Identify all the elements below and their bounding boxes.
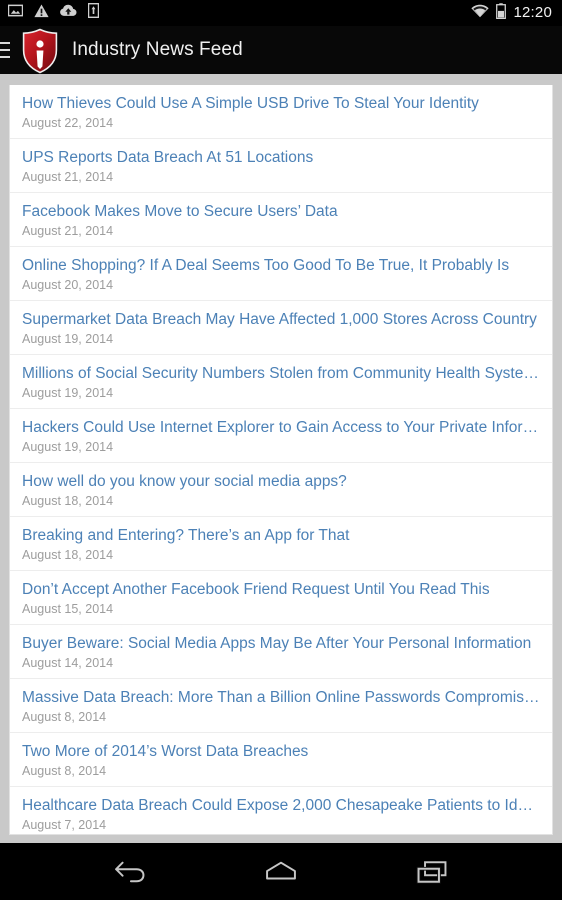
article-title: Facebook Makes Move to Secure Users’ Dat… xyxy=(22,203,338,220)
list-item[interactable]: Two More of 2014’s Worst Data Breaches A… xyxy=(10,733,552,787)
article-title: Massive Data Breach: More Than a Billion… xyxy=(22,689,540,706)
article-date: August 8, 2014 xyxy=(22,710,107,724)
article-date: August 20, 2014 xyxy=(22,278,114,292)
shield-logo-icon xyxy=(21,28,59,74)
article-date: August 8, 2014 xyxy=(22,764,107,778)
wifi-icon xyxy=(471,4,490,23)
list-item[interactable]: Facebook Makes Move to Secure Users’ Dat… xyxy=(10,193,552,247)
article-title: How well do you know your social media a… xyxy=(22,473,347,490)
article-date: August 14, 2014 xyxy=(22,656,114,670)
article-date: August 7, 2014 xyxy=(22,818,107,832)
list-item[interactable]: Buyer Beware: Social Media Apps May Be A… xyxy=(10,625,552,679)
list-item[interactable]: Healthcare Data Breach Could Expose 2,00… xyxy=(10,787,552,834)
article-title: Hackers Could Use Internet Explorer to G… xyxy=(22,419,540,436)
hamburger-line xyxy=(0,42,10,44)
battery-icon xyxy=(496,2,507,24)
article-title: How Thieves Could Use A Simple USB Drive… xyxy=(22,95,479,112)
list-item[interactable]: Hackers Could Use Internet Explorer to G… xyxy=(10,409,552,463)
back-arrow-icon[interactable] xyxy=(102,849,158,894)
article-title: Millions of Social Security Numbers Stol… xyxy=(22,365,540,382)
hamburger-menu-icon[interactable] xyxy=(0,26,12,74)
usb-storage-icon xyxy=(87,2,100,23)
list-item[interactable]: Massive Data Breach: More Than a Billion… xyxy=(10,679,552,733)
article-title: Don’t Accept Another Facebook Friend Req… xyxy=(22,581,490,598)
action-bar: Industry News Feed xyxy=(0,26,562,74)
article-date: August 18, 2014 xyxy=(22,494,114,508)
list-item[interactable]: How well do you know your social media a… xyxy=(10,463,552,517)
android-device-screen: 12:20 Industry News Feed How Thieves Cou… xyxy=(0,0,562,900)
list-item[interactable]: Millions of Social Security Numbers Stol… xyxy=(10,355,552,409)
hamburger-line xyxy=(0,49,10,51)
recent-apps-icon[interactable] xyxy=(404,849,460,894)
content-area: How Thieves Could Use A Simple USB Drive… xyxy=(0,74,562,843)
list-item[interactable]: UPS Reports Data Breach At 51 Locations … xyxy=(10,139,552,193)
article-date: August 15, 2014 xyxy=(22,602,114,616)
article-date: August 21, 2014 xyxy=(22,224,114,238)
news-feed-list[interactable]: How Thieves Could Use A Simple USB Drive… xyxy=(9,85,553,835)
list-item[interactable]: How Thieves Could Use A Simple USB Drive… xyxy=(10,85,552,139)
status-bar-clock: 12:20 xyxy=(513,4,552,21)
article-date: August 19, 2014 xyxy=(22,440,114,454)
article-title: Supermarket Data Breach May Have Affecte… xyxy=(22,311,537,328)
warning-triangle-icon xyxy=(34,4,49,23)
article-title: Buyer Beware: Social Media Apps May Be A… xyxy=(22,635,532,652)
cloud-upload-icon xyxy=(60,4,77,22)
hamburger-line xyxy=(0,56,10,58)
android-navigation-bar xyxy=(0,843,562,900)
screenshot-icon xyxy=(7,3,24,23)
home-icon[interactable] xyxy=(253,849,309,894)
status-bar: 12:20 xyxy=(0,0,562,26)
article-title: UPS Reports Data Breach At 51 Locations xyxy=(22,149,314,166)
article-date: August 22, 2014 xyxy=(22,116,114,130)
article-date: August 21, 2014 xyxy=(22,170,114,184)
article-title: Two More of 2014’s Worst Data Breaches xyxy=(22,743,309,760)
article-title: Healthcare Data Breach Could Expose 2,00… xyxy=(22,797,540,814)
article-title: Online Shopping? If A Deal Seems Too Goo… xyxy=(22,257,510,274)
list-item[interactable]: Don’t Accept Another Facebook Friend Req… xyxy=(10,571,552,625)
list-item[interactable]: Breaking and Entering? There’s an App fo… xyxy=(10,517,552,571)
article-title: Breaking and Entering? There’s an App fo… xyxy=(22,527,350,544)
article-date: August 19, 2014 xyxy=(22,332,114,346)
article-date: August 19, 2014 xyxy=(22,386,114,400)
status-bar-system-icons: 12:20 xyxy=(471,0,552,26)
list-item[interactable]: Supermarket Data Breach May Have Affecte… xyxy=(10,301,552,355)
page-title: Industry News Feed xyxy=(72,39,243,60)
article-date: August 18, 2014 xyxy=(22,548,114,562)
list-item[interactable]: Online Shopping? If A Deal Seems Too Goo… xyxy=(10,247,552,301)
status-bar-notification-icons xyxy=(7,2,100,23)
